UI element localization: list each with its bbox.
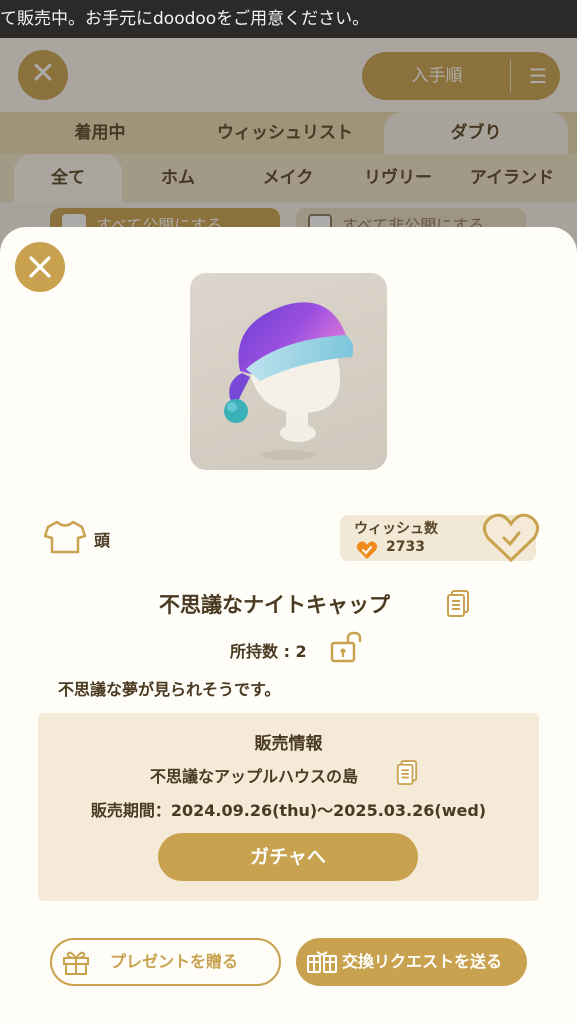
wish-count-value: 2733 xyxy=(386,539,425,555)
item-name: 不思議なナイトキャップ xyxy=(159,593,390,617)
heart-icon xyxy=(356,541,378,559)
copy-icon[interactable] xyxy=(396,760,418,786)
send-gift-button[interactable]: プレゼントを贈る xyxy=(50,938,281,986)
item-title-row: 不思議なナイトキャップ xyxy=(0,589,577,619)
sale-info-panel: 販売情報 不思議なアップルハウスの島 販売期間：2024.09.26(thu)〜… xyxy=(38,713,539,901)
wishlist-heart-button[interactable] xyxy=(482,512,540,564)
status-marquee-text: て販売中。お手元にdoodooをご用意ください。 xyxy=(0,9,370,29)
category-label: 頭 xyxy=(94,531,111,550)
trade-icon xyxy=(307,951,337,973)
sale-shop-name: 不思議なアップルハウスの島 xyxy=(150,767,359,786)
sale-period: 販売期間：2024.09.26(thu)〜2025.03.26(wed) xyxy=(90,801,487,820)
send-trade-request-label: 交換リクエストを送る xyxy=(342,952,503,971)
close-icon xyxy=(29,256,51,278)
send-gift-label: プレゼントを贈る xyxy=(110,952,239,971)
item-description: 不思議な夢が見られそうです。 xyxy=(58,680,281,699)
wish-label: ウィッシュ数 xyxy=(354,521,438,537)
nightcap-illustration xyxy=(224,302,354,460)
send-trade-request-button[interactable]: 交換リクエストを送る xyxy=(296,938,527,986)
sale-info-title: 販売情報 xyxy=(254,734,323,754)
item-detail-sheet: 頭 ウィッシュ数 2733 不思議なナイトキャップ 所持数 : 2 不思議な夢が… xyxy=(0,227,577,1024)
gift-icon xyxy=(63,951,89,975)
copy-icon[interactable] xyxy=(446,590,470,618)
item-image xyxy=(190,273,387,470)
gacha-button[interactable]: ガチャへ xyxy=(158,833,418,881)
status-bar: て販売中。お手元にdoodooをご用意ください。 xyxy=(0,0,577,38)
close-button[interactable] xyxy=(15,242,65,292)
shirt-icon xyxy=(44,520,86,554)
unlock-icon[interactable] xyxy=(330,631,364,663)
owned-count: 所持数 : 2 xyxy=(230,642,307,661)
